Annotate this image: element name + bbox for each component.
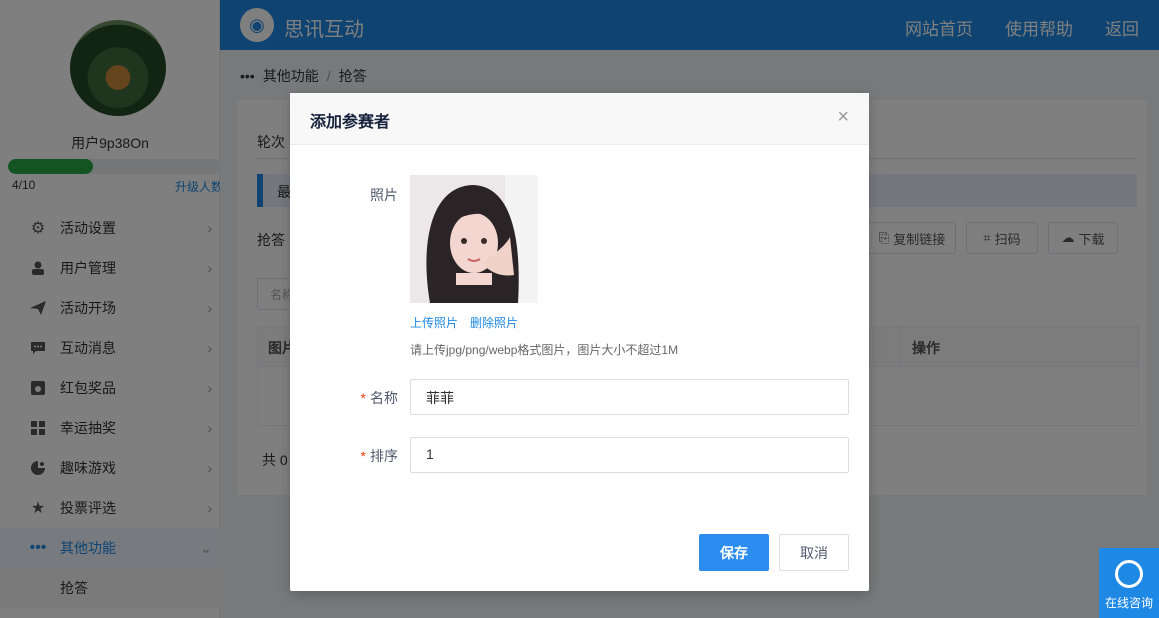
delete-photo-link[interactable]: 删除照片: [470, 314, 518, 331]
modal-header: 添加参赛者 ×: [290, 93, 869, 145]
participant-photo: [410, 175, 538, 303]
photo-label: 照片: [370, 187, 398, 203]
close-icon[interactable]: ×: [837, 107, 849, 127]
name-label: * 名称: [290, 388, 398, 408]
headset-icon: [1115, 560, 1143, 588]
modal-title: 添加参赛者: [310, 114, 391, 131]
cancel-button[interactable]: 取消: [779, 534, 849, 571]
add-participant-modal: 添加参赛者 × 照片 上传照片 删除照片 请上传jpg/png/webp格式图片…: [290, 93, 869, 591]
order-label-text: 排序: [370, 448, 398, 464]
upload-hint: 请上传jpg/png/webp格式图片，图片大小不超过1M: [410, 343, 679, 357]
online-consult-label: 在线咨询: [1104, 596, 1153, 610]
required-mark: *: [360, 390, 366, 406]
photo-actions: 上传照片 删除照片: [410, 314, 518, 331]
online-consult-button[interactable]: 在线咨询: [1099, 548, 1159, 618]
name-label-text: 名称: [370, 390, 398, 406]
save-button[interactable]: 保存: [699, 534, 769, 571]
order-label: * 排序: [290, 446, 398, 466]
required-mark: *: [360, 448, 366, 464]
name-input[interactable]: 菲菲: [410, 379, 849, 415]
upload-photo-link[interactable]: 上传照片: [410, 314, 458, 331]
order-input[interactable]: 1: [410, 437, 849, 473]
